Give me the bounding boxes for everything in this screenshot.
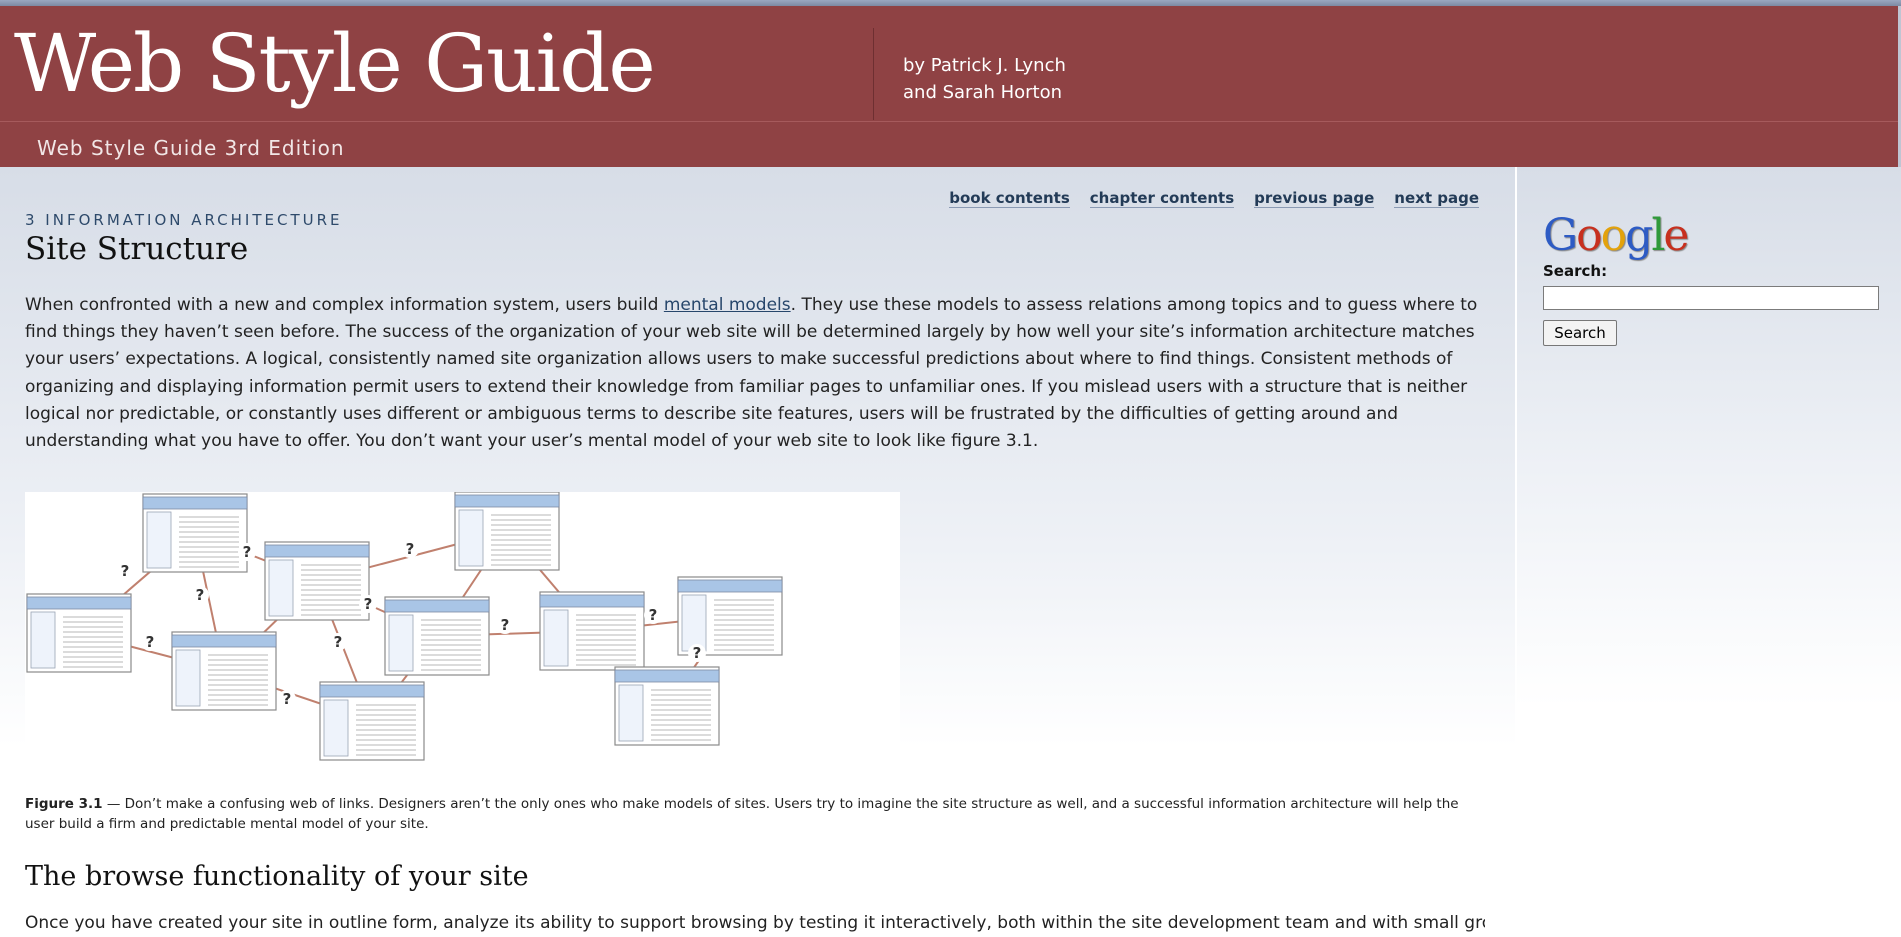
page-sidebar bbox=[681, 594, 707, 652]
google-logo: Google bbox=[1543, 210, 1689, 261]
page-sidebar bbox=[30, 611, 56, 669]
main-content: book contents chapter contents previous pa… bbox=[0, 167, 1515, 933]
edition-link[interactable]: Web Style Guide 3rd Edition bbox=[37, 136, 345, 160]
page-sidebar bbox=[458, 509, 484, 567]
author-credit: by Patrick J. Lynch and Sarah Horton bbox=[903, 52, 1066, 106]
browse-paragraph: Once you have created your site in outli… bbox=[25, 913, 1485, 933]
next-page-link[interactable]: next page bbox=[1394, 189, 1479, 208]
site-header: Web Style Guide by Patrick J. Lynch and … bbox=[0, 6, 1901, 167]
google-letter: o bbox=[1600, 210, 1627, 261]
google-letter: g bbox=[1625, 210, 1653, 261]
intro-text-1: When confronted with a new and complex i… bbox=[25, 295, 664, 315]
page-header-bar bbox=[264, 544, 370, 558]
question-mark: ? bbox=[364, 595, 373, 613]
page-header-bar bbox=[614, 669, 720, 683]
confusing-links-diagram: ??????????? bbox=[26, 491, 783, 761]
page-header-bar bbox=[319, 684, 425, 698]
mental-models-link[interactable]: mental models bbox=[664, 295, 791, 315]
page-sidebar bbox=[388, 614, 414, 672]
page-sidebar bbox=[175, 649, 201, 707]
question-mark: ? bbox=[649, 606, 658, 624]
question-mark: ? bbox=[406, 540, 415, 558]
search-button[interactable]: Search bbox=[1543, 320, 1617, 346]
author-line-1: by Patrick J. Lynch bbox=[903, 55, 1066, 76]
google-letter: G bbox=[1543, 210, 1578, 261]
figure-label: Figure 3.1 bbox=[25, 796, 103, 812]
page-header-bar bbox=[384, 599, 490, 613]
google-letter: l bbox=[1651, 210, 1665, 261]
question-mark: ? bbox=[501, 616, 510, 634]
question-mark: ? bbox=[121, 562, 130, 580]
page-navigation: book contents chapter contents previous pa… bbox=[929, 189, 1479, 208]
header-rule bbox=[0, 121, 1901, 122]
page-sidebar bbox=[543, 609, 569, 667]
question-mark: ? bbox=[146, 633, 155, 651]
figure-caption-text: — Don’t make a confusing web of links. D… bbox=[25, 796, 1459, 832]
question-mark: ? bbox=[283, 690, 292, 708]
page-sidebar bbox=[323, 699, 349, 757]
page-header-bar bbox=[539, 594, 645, 608]
chapter-contents-link[interactable]: chapter contents bbox=[1089, 189, 1235, 208]
google-letter: o bbox=[1576, 210, 1602, 261]
figure-3-1: ??????????? bbox=[25, 491, 900, 787]
chapter-kicker: 3 INFORMATION ARCHITECTURE bbox=[25, 211, 343, 229]
google-letter: e bbox=[1663, 210, 1689, 261]
page-header-bar bbox=[677, 579, 783, 593]
page-sidebar bbox=[268, 559, 294, 617]
question-mark: ? bbox=[693, 644, 702, 662]
figure-caption: Figure 3.1 — Don’t make a confusing web … bbox=[25, 794, 1485, 834]
intro-paragraph: When confronted with a new and complex i… bbox=[25, 292, 1485, 455]
search-label: Search: bbox=[1543, 262, 1608, 280]
author-line-2: and Sarah Horton bbox=[903, 82, 1063, 103]
site-logo[interactable]: Web Style Guide bbox=[14, 24, 656, 104]
search-input[interactable] bbox=[1543, 286, 1879, 310]
question-mark: ? bbox=[334, 633, 343, 651]
page-header-bar bbox=[142, 496, 248, 510]
page-sidebar bbox=[146, 511, 172, 569]
question-mark: ? bbox=[243, 543, 252, 561]
page-header-bar bbox=[26, 596, 132, 610]
book-contents-link[interactable]: book contents bbox=[949, 189, 1070, 208]
header-divider bbox=[873, 28, 874, 120]
section-heading: The browse functionality of your site bbox=[25, 861, 529, 892]
question-mark: ? bbox=[196, 586, 205, 604]
page-header-bar bbox=[171, 634, 277, 648]
page-sidebar bbox=[618, 684, 644, 742]
page-title: Site Structure bbox=[25, 231, 249, 267]
page-header-bar bbox=[454, 494, 560, 508]
previous-page-link[interactable]: previous page bbox=[1254, 189, 1375, 208]
intro-text-2: . They use these models to assess relati… bbox=[25, 295, 1478, 452]
